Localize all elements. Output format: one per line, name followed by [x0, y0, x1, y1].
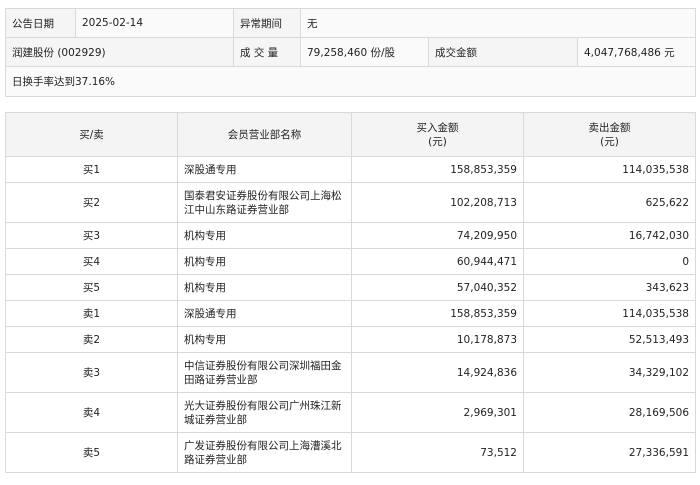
buy-amount-cell: 102,208,713	[351, 182, 524, 223]
sell-amount-cell: 0	[523, 248, 696, 275]
header-branch: 会员营业部名称	[177, 112, 352, 157]
header-sell-label: 卖出金额	[588, 121, 631, 134]
branch-cell: 机构专用	[177, 248, 352, 275]
abnormal-period-label: 异常期间	[233, 8, 301, 38]
sell-amount-cell: 16,742,030	[523, 222, 696, 249]
buy-amount-cell: 2,969,301	[351, 392, 524, 433]
side-cell: 卖1	[5, 300, 178, 327]
sell-amount-cell: 114,035,538	[523, 300, 696, 327]
buy-amount-cell: 14,924,836	[351, 352, 524, 393]
side-cell: 卖3	[5, 352, 178, 393]
trading-seats-table: 买/卖 会员营业部名称 买入金额 (元) 卖出金额 (元) 买1 深股通专用 1…	[5, 112, 696, 473]
stock-name: 润建股份 (002929)	[5, 37, 234, 67]
header-side: 买/卖	[5, 112, 178, 157]
table-row: 卖1 深股通专用 158,853,359 114,035,538	[5, 300, 696, 327]
buy-amount-cell: 74,209,950	[351, 222, 524, 249]
amount-value: 4,047,768,486 元	[576, 37, 697, 67]
branch-cell: 广发证券股份有限公司上海漕溪北路证券营业部	[177, 432, 352, 473]
table-row: 卖3 中信证券股份有限公司深圳福田金田路证券营业部 14,924,836 34,…	[5, 352, 696, 393]
table-row: 买5 机构专用 57,040,352 343,623	[5, 274, 696, 301]
buy-amount-cell: 158,853,359	[351, 156, 524, 183]
announcement-info-table: 公告日期 2025-02-14 异常期间 无 润建股份 (002929) 成 交…	[4, 8, 697, 97]
sell-amount-cell: 114,035,538	[523, 156, 696, 183]
buy-amount-cell: 73,512	[351, 432, 524, 473]
branch-cell: 深股通专用	[177, 300, 352, 327]
branch-cell: 机构专用	[177, 222, 352, 249]
side-cell: 买2	[5, 182, 178, 223]
date-value: 2025-02-14	[75, 8, 234, 38]
branch-cell: 深股通专用	[177, 156, 352, 183]
header-buy-unit: (元)	[428, 135, 447, 148]
sell-amount-cell: 28,169,506	[523, 392, 696, 433]
sell-amount-cell: 34,329,102	[523, 352, 696, 393]
side-cell: 卖2	[5, 326, 178, 353]
abnormal-period-value: 无	[299, 8, 697, 38]
table-row: 买1 深股通专用 158,853,359 114,035,538	[5, 156, 696, 183]
branch-cell: 机构专用	[177, 274, 352, 301]
branch-cell: 国泰君安证券股份有限公司上海松江中山东路证券营业部	[177, 182, 352, 223]
header-buy-amount: 买入金额 (元)	[351, 112, 524, 157]
volume-label: 成 交 量	[233, 37, 301, 67]
table-row: 卖5 广发证券股份有限公司上海漕溪北路证券营业部 73,512 27,336,5…	[5, 432, 696, 473]
table-header-row: 买/卖 会员营业部名称 买入金额 (元) 卖出金额 (元)	[5, 112, 696, 157]
branch-cell: 机构专用	[177, 326, 352, 353]
side-cell: 买1	[5, 156, 178, 183]
sell-amount-cell: 343,623	[523, 274, 696, 301]
table-row: 买3 机构专用 74,209,950 16,742,030	[5, 222, 696, 249]
table-row: 买4 机构专用 60,944,471 0	[5, 248, 696, 275]
header-sell-unit: (元)	[600, 135, 619, 148]
listing-reason: 日换手率达到37.16%	[4, 66, 697, 97]
side-cell: 卖4	[5, 392, 178, 433]
buy-amount-cell: 158,853,359	[351, 300, 524, 327]
branch-cell: 光大证券股份有限公司广州珠江新城证券营业部	[177, 392, 352, 433]
side-cell: 买3	[5, 222, 178, 249]
sell-amount-cell: 625,622	[523, 182, 696, 223]
branch-cell: 中信证券股份有限公司深圳福田金田路证券营业部	[177, 352, 352, 393]
table-row: 买2 国泰君安证券股份有限公司上海松江中山东路证券营业部 102,208,713…	[5, 182, 696, 223]
amount-label: 成交金额	[428, 37, 578, 67]
sell-amount-cell: 52,513,493	[523, 326, 696, 353]
buy-amount-cell: 10,178,873	[351, 326, 524, 353]
buy-amount-cell: 57,040,352	[351, 274, 524, 301]
header-sell-amount: 卖出金额 (元)	[523, 112, 696, 157]
date-label: 公告日期	[5, 8, 76, 38]
table-row: 卖2 机构专用 10,178,873 52,513,493	[5, 326, 696, 353]
table-row: 卖4 光大证券股份有限公司广州珠江新城证券营业部 2,969,301 28,16…	[5, 392, 696, 433]
side-cell: 买5	[5, 274, 178, 301]
header-buy-label: 买入金额	[416, 121, 459, 134]
side-cell: 买4	[5, 248, 178, 275]
sell-amount-cell: 27,336,591	[523, 432, 696, 473]
buy-amount-cell: 60,944,471	[351, 248, 524, 275]
volume-value: 79,258,460 份/股	[300, 37, 429, 67]
side-cell: 卖5	[5, 432, 178, 473]
